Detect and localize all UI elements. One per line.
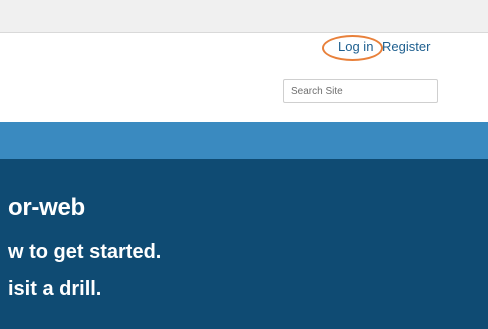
hero-subtitle-line-2: isit a drill. bbox=[8, 278, 102, 300]
hero-title: or-web bbox=[8, 194, 85, 221]
hero-subtitle-line-1: w to get started. bbox=[8, 241, 162, 263]
login-link[interactable]: Log in bbox=[338, 39, 373, 54]
navigation-bar bbox=[0, 122, 488, 159]
register-link[interactable]: Register bbox=[382, 39, 430, 54]
hero-banner: or-web w to get started. isit a drill. bbox=[0, 159, 488, 329]
browser-toolbar-strip bbox=[0, 0, 488, 33]
search-input[interactable] bbox=[283, 79, 438, 103]
page: Log in Register or-web w to get started.… bbox=[0, 0, 488, 329]
